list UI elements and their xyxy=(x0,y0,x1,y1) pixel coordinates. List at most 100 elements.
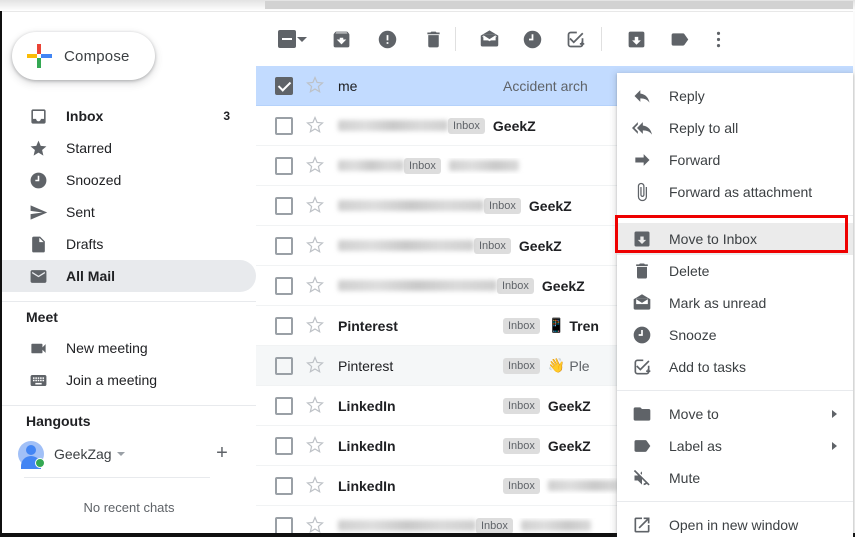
star-icon[interactable] xyxy=(306,115,326,136)
sidebar-item-label: Sent xyxy=(66,204,95,220)
mark-unread-icon xyxy=(631,292,653,314)
menu-item-label: Mark as unread xyxy=(669,295,767,311)
row-checkbox[interactable] xyxy=(275,396,293,415)
row-checkbox[interactable] xyxy=(275,196,293,215)
star-icon[interactable] xyxy=(306,355,326,376)
sidebar-item-label: New meeting xyxy=(66,340,148,356)
menu-item-reply[interactable]: Reply xyxy=(617,80,853,112)
menu-item-label-as[interactable]: Label as xyxy=(617,430,853,462)
snooze-button[interactable] xyxy=(520,27,544,51)
subject-emoji: 👋 xyxy=(547,357,566,373)
menu-item-snooze[interactable]: Snooze xyxy=(617,319,853,351)
sidebar-item-all-mail[interactable]: All Mail xyxy=(2,260,256,292)
menu-item-move-to[interactable]: Move to xyxy=(617,398,853,430)
archive-button[interactable] xyxy=(329,27,353,51)
hangouts-user-row[interactable]: GeekZag + xyxy=(2,436,256,472)
sidebar-item-new-meeting[interactable]: New meeting xyxy=(2,332,256,364)
keyboard-icon xyxy=(28,370,48,390)
menu-item-move-to-inbox[interactable]: Move to Inbox xyxy=(617,223,853,255)
report-spam-button[interactable] xyxy=(375,27,399,51)
move-to-inbox-button[interactable] xyxy=(624,27,648,51)
delete-button[interactable] xyxy=(421,27,445,51)
subject-emoji: 📱 xyxy=(547,317,566,333)
row-checkbox[interactable] xyxy=(275,276,293,295)
sidebar-nav: Inbox 3 Starred Snoozed Sent Drafts All … xyxy=(2,100,256,515)
row-subject: GeekZ xyxy=(541,277,585,294)
menu-item-label: Reply xyxy=(669,88,705,104)
star-icon[interactable] xyxy=(306,435,326,456)
add-to-tasks-button[interactable] xyxy=(563,27,587,51)
row-sender xyxy=(338,520,476,531)
horizontal-scrollbar-thumb[interactable] xyxy=(265,1,853,9)
row-checkbox[interactable] xyxy=(275,236,293,255)
sidebar-item-starred[interactable]: Starred xyxy=(2,132,256,164)
labels-button[interactable] xyxy=(667,27,691,51)
menu-item-label: Move to xyxy=(669,406,719,422)
row-checkbox[interactable] xyxy=(275,156,293,175)
menu-item-delete[interactable]: Delete xyxy=(617,255,853,287)
row-checkbox[interactable] xyxy=(275,316,293,335)
star-icon[interactable] xyxy=(306,275,326,296)
menu-item-label: Move to Inbox xyxy=(669,231,757,247)
star-icon[interactable] xyxy=(306,155,326,176)
toolbar-separator-1 xyxy=(455,27,456,51)
star-icon[interactable] xyxy=(306,395,326,416)
menu-item-open-in-new-window[interactable]: Open in new window xyxy=(617,509,853,537)
label-chip-inbox: Inbox xyxy=(474,237,511,254)
select-all-checkbox[interactable] xyxy=(275,27,299,51)
menu-divider xyxy=(617,501,853,502)
row-checkbox[interactable] xyxy=(275,476,293,495)
mark-unread-button[interactable] xyxy=(477,27,501,51)
sidebar-item-inbox[interactable]: Inbox 3 xyxy=(2,100,256,132)
menu-item-label: Open in new window xyxy=(669,517,799,533)
row-sender xyxy=(338,240,474,251)
sidebar-item-label: Join a meeting xyxy=(66,372,158,388)
row-checkbox[interactable] xyxy=(275,76,293,95)
row-subject: GeekZ xyxy=(518,237,562,254)
no-recent-chats-text: No recent chats xyxy=(83,500,175,515)
menu-item-label: Add to tasks xyxy=(669,359,747,375)
paperclip-icon xyxy=(631,181,653,203)
sidebar-item-snoozed[interactable]: Snoozed xyxy=(2,164,256,196)
menu-item-label: Snooze xyxy=(669,327,717,343)
row-sender: LinkedIn xyxy=(338,397,396,414)
row-subject: GeekZ xyxy=(547,397,591,414)
row-checkbox[interactable] xyxy=(275,436,293,455)
clock-icon xyxy=(631,324,653,346)
mute-icon xyxy=(631,467,653,489)
row-subject xyxy=(520,520,591,531)
row-checkbox[interactable] xyxy=(275,516,293,533)
star-icon[interactable] xyxy=(306,515,326,534)
star-icon[interactable] xyxy=(306,195,326,216)
menu-item-label: Mute xyxy=(669,470,701,486)
sidebar-item-drafts[interactable]: Drafts xyxy=(2,228,256,260)
compose-button[interactable]: Compose xyxy=(12,32,155,80)
row-subject xyxy=(448,160,519,171)
sidebar-item-join-meeting[interactable]: Join a meeting xyxy=(2,364,256,396)
menu-item-mark-as-unread[interactable]: Mark as unread xyxy=(617,287,853,319)
menu-item-forward-as-attachment[interactable]: Forward as attachment xyxy=(617,176,853,208)
hangouts-divider xyxy=(24,477,210,478)
row-sender xyxy=(338,280,497,291)
chevron-down-icon[interactable] xyxy=(116,452,125,456)
menu-item-mute[interactable]: Mute xyxy=(617,462,853,494)
window-scrollbar-track[interactable] xyxy=(0,0,855,11)
row-checkbox[interactable] xyxy=(275,116,293,135)
add-hangout-button[interactable]: + xyxy=(212,443,232,464)
select-all-dropdown-icon[interactable] xyxy=(297,37,307,42)
menu-item-forward[interactable]: Forward xyxy=(617,144,853,176)
label-icon xyxy=(631,435,653,457)
star-icon[interactable] xyxy=(306,235,326,256)
label-chip-inbox: Inbox xyxy=(448,117,485,134)
row-checkbox[interactable] xyxy=(275,356,293,375)
sidebar-item-sent[interactable]: Sent xyxy=(2,196,256,228)
star-icon[interactable] xyxy=(306,315,326,336)
reply-icon xyxy=(631,85,653,107)
star-icon[interactable] xyxy=(306,475,326,496)
star-icon[interactable] xyxy=(306,75,326,96)
menu-item-add-to-tasks[interactable]: Add to tasks xyxy=(617,351,853,383)
menu-item-reply-to-all[interactable]: Reply to all xyxy=(617,112,853,144)
more-button[interactable] xyxy=(706,27,730,51)
sidebar-item-label: Drafts xyxy=(66,236,104,252)
add-to-tasks-icon xyxy=(631,356,653,378)
